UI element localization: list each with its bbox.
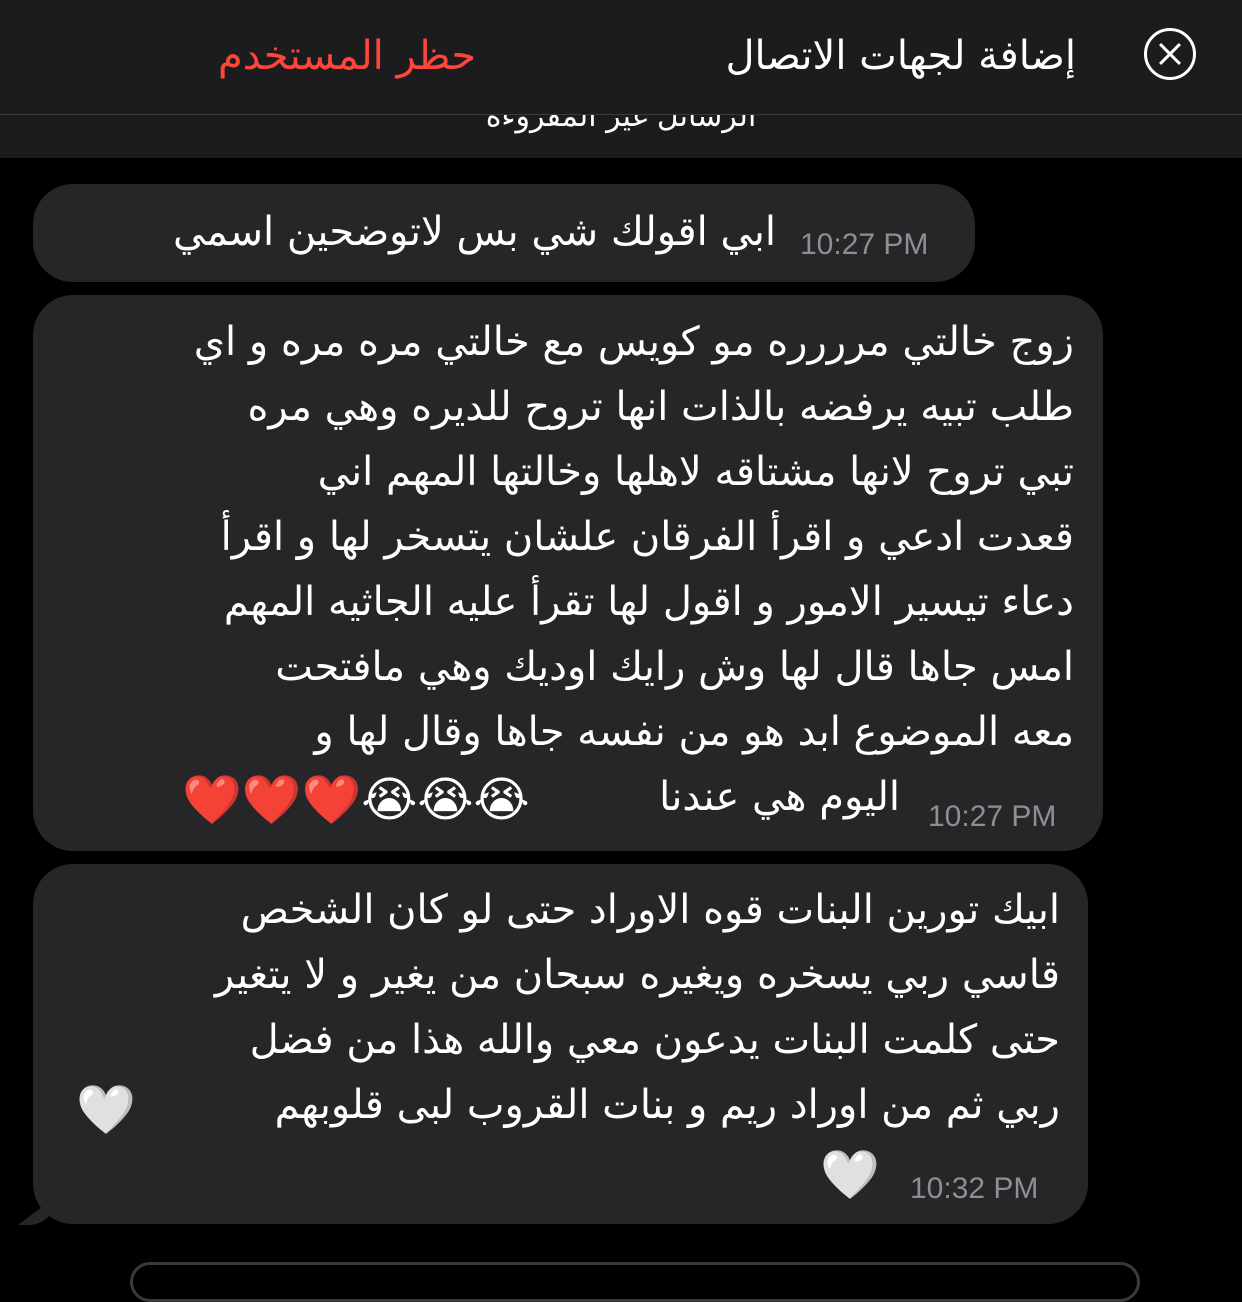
block-user-button[interactable]: حظر المستخدم — [218, 28, 476, 84]
white-heart-icon: 🤍 — [820, 1147, 880, 1203]
close-icon[interactable] — [1144, 28, 1196, 80]
white-heart-icon: 🤍 — [76, 1082, 136, 1138]
message-time: 10:27 PM — [928, 800, 1057, 833]
top-bar: إضافة لجهات الاتصال حظر المستخدم — [0, 0, 1242, 115]
message-text-last-line: اليوم هي عندنا — [659, 774, 900, 820]
message-time: 10:27 PM — [800, 228, 929, 261]
unread-messages-divider: الرسائل غير المقروءة — [0, 115, 1242, 158]
add-to-contacts-button[interactable]: إضافة لجهات الاتصال — [725, 28, 1076, 84]
message-time: 10:32 PM — [910, 1172, 1039, 1205]
message-text: ابيك تورين البنات قوه الاوراد حتى لو كان… — [214, 887, 1060, 1128]
message-input[interactable] — [130, 1262, 1140, 1302]
unread-messages-label: الرسائل غير المقروءة — [485, 115, 757, 134]
message-text: زوج خالتي مرررره مو كويس مع خالتي مره مر… — [193, 319, 1074, 755]
message-emojis: ❤️❤️❤️😭😭😭 — [182, 772, 530, 828]
message-text: ابي اقولك شي بس لاتوضحين اسمي — [173, 209, 776, 255]
